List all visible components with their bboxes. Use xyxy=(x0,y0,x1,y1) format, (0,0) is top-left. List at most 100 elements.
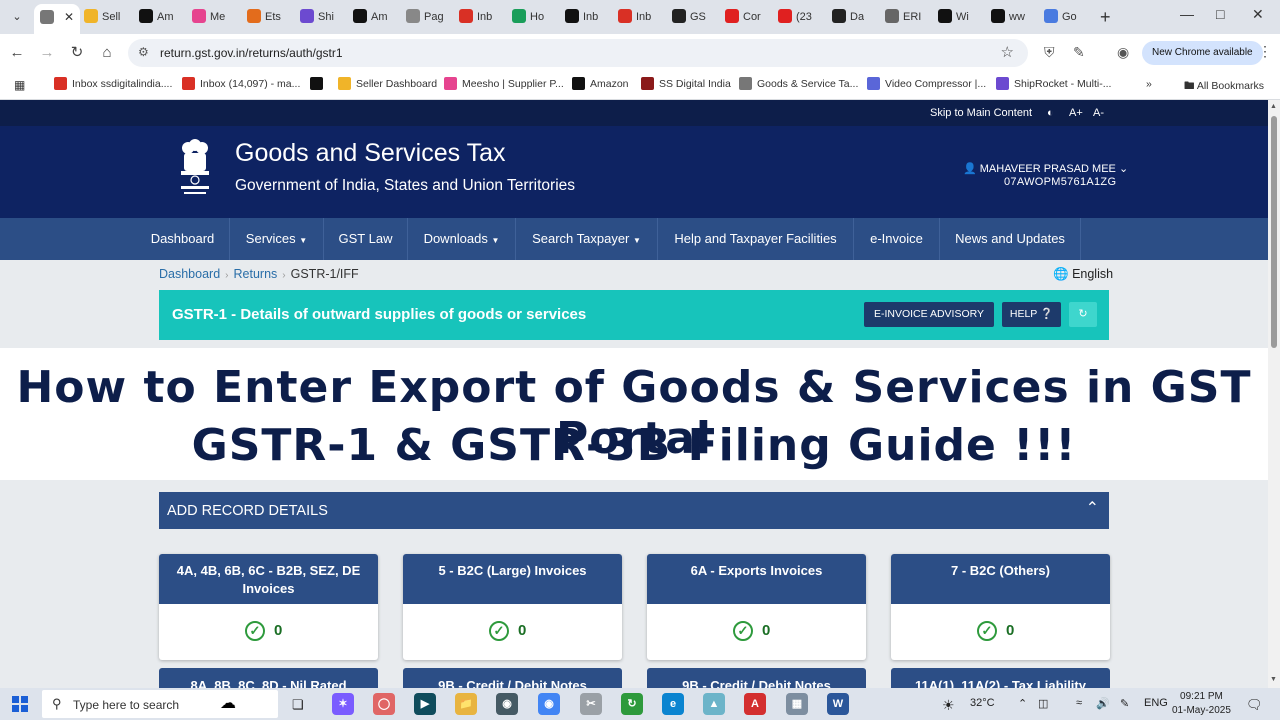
tab-19[interactable]: Go xyxy=(1044,5,1077,29)
card-nil-rated[interactable]: 8A, 8B, 8C, 8D - Nil Rated xyxy=(159,668,378,688)
acrobat-icon[interactable]: A xyxy=(744,693,766,715)
tab-13[interactable]: Cor xyxy=(725,5,761,29)
breadcrumb-returns[interactable]: Returns xyxy=(234,267,278,281)
tab-4[interactable]: Ets xyxy=(247,5,281,29)
notifications-icon[interactable]: 🗨 xyxy=(1246,697,1263,713)
snipping-icon[interactable]: ✂ xyxy=(580,693,602,715)
new-tab-button[interactable]: + xyxy=(1100,7,1111,28)
edge-icon[interactable]: e xyxy=(662,693,684,715)
card-b2c-others[interactable]: 7 - B2C (Others) ✓ 0 xyxy=(891,554,1110,660)
calculator-icon[interactable]: ▦ xyxy=(786,693,808,715)
font-decrease-button[interactable]: A- xyxy=(1093,107,1104,119)
card-tax-liability[interactable]: 11A(1), 11A(2) - Tax Liability xyxy=(891,668,1110,688)
scroll-down-arrow-icon[interactable]: ▼ xyxy=(1270,676,1277,683)
tab-0[interactable]: ✕ xyxy=(34,4,81,34)
card-exports[interactable]: 6A - Exports Invoices ✓ 0 xyxy=(647,554,866,660)
media-player-icon[interactable]: ▶ xyxy=(414,693,436,715)
nav-downloads[interactable]: Downloads ▼ xyxy=(408,218,516,260)
address-bar[interactable]: ⚙ return.gst.gov.in/returns/auth/gstr1 ☆ xyxy=(128,39,1028,67)
bookmark-item[interactable]: Goods & Service Ta... xyxy=(739,76,858,90)
tab-9[interactable]: Ho xyxy=(512,5,544,29)
battery-saver-icon[interactable]: ◫ xyxy=(1038,697,1048,710)
more-bookmarks-chevron-icon[interactable]: » xyxy=(1146,78,1152,90)
refresh-app-icon[interactable]: ↻ xyxy=(621,693,643,715)
bookmark-item[interactable]: Inbox ssdigitalindia.... xyxy=(54,76,172,90)
wifi-icon[interactable]: ≈ xyxy=(1076,697,1082,709)
volume-icon[interactable]: 🔊 xyxy=(1096,697,1110,710)
chevron-up-icon[interactable]: ⌃ xyxy=(1086,498,1099,518)
bookmark-item[interactable]: Meesho | Supplier P... xyxy=(444,76,564,90)
nav-e-invoice[interactable]: e-Invoice xyxy=(854,218,940,260)
bookmark-item[interactable]: Video Compressor |... xyxy=(867,76,986,90)
chrome-update-button[interactable]: New Chrome available xyxy=(1142,41,1263,65)
site-info-icon[interactable]: ⚙ xyxy=(138,45,149,59)
all-bookmarks-button[interactable]: 🖿 All Bookmarks xyxy=(1184,78,1264,96)
app-icon[interactable]: ◉ xyxy=(496,693,518,715)
word-icon[interactable]: W xyxy=(827,693,849,715)
tab-3[interactable]: Me xyxy=(192,5,225,29)
bookmark-item[interactable] xyxy=(310,76,328,90)
add-record-panel-header[interactable]: ADD RECORD DETAILS ⌃ xyxy=(159,492,1109,529)
tab-2[interactable]: Am xyxy=(139,5,174,29)
tab-6[interactable]: Am xyxy=(353,5,388,29)
nav-search-taxpayer[interactable]: Search Taxpayer ▼ xyxy=(516,218,658,260)
forward-button[interactable]: → xyxy=(36,42,58,64)
temperature[interactable]: 32°C xyxy=(970,697,995,709)
bookmark-item[interactable]: Seller Dashboard xyxy=(338,76,437,90)
taskbar-search[interactable]: ⚲ Type here to search ☁ xyxy=(42,690,278,718)
file-explorer-icon[interactable]: 📁 xyxy=(455,693,477,715)
bookmark-item[interactable]: SS Digital India xyxy=(641,76,731,90)
scrollbar-thumb[interactable] xyxy=(1271,116,1277,348)
bookmark-item[interactable]: ShipRocket - Multi-... xyxy=(996,76,1111,90)
contrast-icon[interactable]: ◐ xyxy=(1047,107,1054,119)
tab-1[interactable]: Sell xyxy=(84,5,120,29)
nav-news[interactable]: News and Updates xyxy=(940,218,1081,260)
shield-extension-icon[interactable]: ⛨ xyxy=(1044,44,1055,61)
tab-5[interactable]: Shi xyxy=(300,5,334,29)
bookmark-item[interactable]: Amazon xyxy=(572,76,629,90)
page-scrollbar[interactable]: ▲ ▼ xyxy=(1268,100,1280,688)
bookmark-item[interactable]: Inbox (14,097) - ma... xyxy=(182,76,300,90)
nav-gst-law[interactable]: GST Law xyxy=(324,218,408,260)
browser-menu-icon[interactable]: ⋮ xyxy=(1258,43,1272,60)
close-tab-icon[interactable]: ✕ xyxy=(64,10,74,24)
tab-17[interactable]: Wi xyxy=(938,5,969,29)
nav-dashboard[interactable]: Dashboard xyxy=(136,218,230,260)
reload-button[interactable]: ↻ xyxy=(66,42,88,64)
tab-10[interactable]: Inb xyxy=(565,5,598,29)
chrome-icon[interactable]: ◉ xyxy=(538,693,560,715)
minimize-button[interactable]: — xyxy=(1180,6,1194,22)
card-b2b[interactable]: 4A, 4B, 6B, 6C - B2B, SEZ, DE Invoices ✓… xyxy=(159,554,378,660)
tab-search-chevron-icon[interactable]: ⌄ xyxy=(6,6,28,28)
card-credit-debit-notes[interactable]: 9B - Credit / Debit Notes xyxy=(403,668,622,688)
tab-12[interactable]: GS xyxy=(672,5,706,29)
pen-icon[interactable]: ✎ xyxy=(1120,697,1129,710)
app-icon[interactable]: ◯ xyxy=(373,693,395,715)
url-text[interactable]: return.gst.gov.in/returns/auth/gstr1 xyxy=(160,46,343,60)
bookmark-star-icon[interactable]: ☆ xyxy=(1001,43,1014,61)
copilot-icon[interactable]: ✶ xyxy=(332,693,354,715)
extensions-icon[interactable]: ✎ xyxy=(1073,44,1085,61)
e-invoice-advisory-button[interactable]: E-INVOICE ADVISORY xyxy=(864,302,994,327)
tab-18[interactable]: ww xyxy=(991,5,1025,29)
input-language[interactable]: ENG xyxy=(1144,697,1168,709)
tab-16[interactable]: ERI xyxy=(885,5,921,29)
user-menu[interactable]: 👤 MAHAVEER PRASAD MEE ⌄ xyxy=(963,162,1128,175)
tab-14[interactable]: (23 xyxy=(778,5,812,29)
help-button[interactable]: HELP ❔ xyxy=(1002,302,1061,327)
card-b2c-large[interactable]: 5 - B2C (Large) Invoices ✓ 0 xyxy=(403,554,622,660)
font-increase-button[interactable]: A+ xyxy=(1069,107,1083,119)
nav-services[interactable]: Services ▼ xyxy=(230,218,324,260)
maximize-button[interactable]: □ xyxy=(1216,6,1224,22)
show-hidden-icons-icon[interactable]: ⌃ xyxy=(1018,697,1027,710)
app-icon[interactable]: ▲ xyxy=(703,693,725,715)
apps-grid-icon[interactable]: ▦ xyxy=(14,78,25,92)
tab-15[interactable]: Da xyxy=(832,5,864,29)
card-credit-debit-notes-unregistered[interactable]: 9B - Credit / Debit Notes xyxy=(647,668,866,688)
tab-11[interactable]: Inb xyxy=(618,5,651,29)
language-selector[interactable]: 🌐 English xyxy=(1053,267,1113,282)
home-button[interactable]: ⌂ xyxy=(96,42,118,64)
breadcrumb-dashboard[interactable]: Dashboard xyxy=(159,267,220,281)
refresh-button[interactable]: ↻ xyxy=(1069,302,1097,327)
back-button[interactable]: ← xyxy=(6,42,28,64)
